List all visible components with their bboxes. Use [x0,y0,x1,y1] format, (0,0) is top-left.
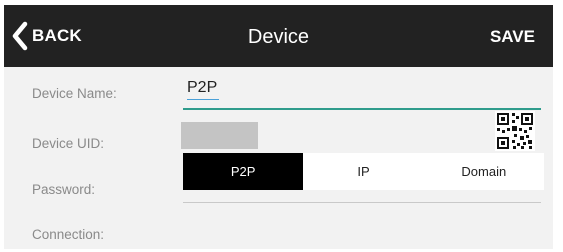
qr-code-icon[interactable] [495,111,535,151]
top-app-bar: BACK Device SAVE [4,5,553,67]
back-label: BACK [32,26,82,45]
device-screen: BACK Device SAVE Device Name: P2P Device… [4,5,553,249]
spellcheck-underline [187,99,219,100]
device-name-input[interactable]: P2P [187,79,217,97]
connection-option-p2p[interactable]: P2P [183,153,304,190]
connection-label: Connection: [32,227,105,242]
device-uid-label: Device UID: [32,136,105,151]
connection-type-selector: P2P IP Domain [183,153,544,190]
back-button[interactable]: BACK [12,17,82,55]
chevron-left-icon [12,21,28,51]
page-title: Device [247,26,310,48]
password-underline [183,202,541,203]
device-name-label: Device Name: [32,86,117,101]
connection-option-ip[interactable]: IP [303,153,423,190]
save-button[interactable]: SAVE [490,5,535,67]
password-label: Password: [32,182,96,197]
device-uid-input[interactable] [181,122,258,149]
device-name-underline [183,108,541,110]
connection-option-domain[interactable]: Domain [424,153,544,190]
